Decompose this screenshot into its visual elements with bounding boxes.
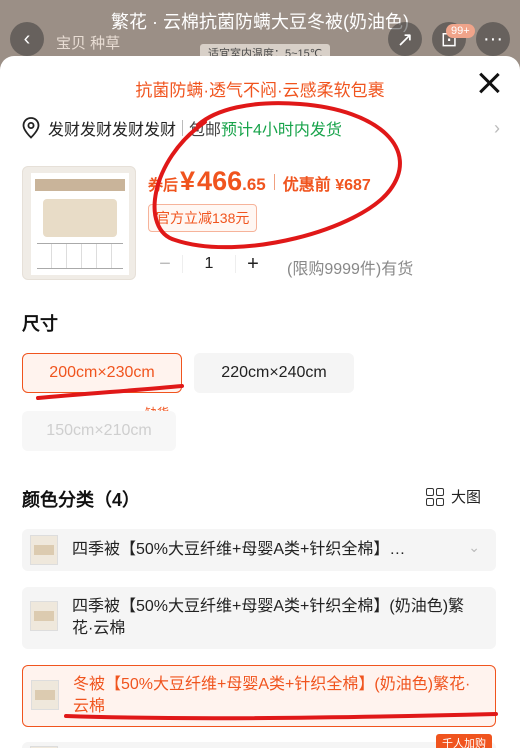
size-option-200x230[interactable]: 200cm×230cm bbox=[22, 353, 182, 393]
promo-banner: 抗菌防螨·透气不闷·云感柔软包裹 bbox=[135, 81, 385, 100]
option-label: 四季被【50%大豆纤维+母婴A类+针织全棉】(奶油色)繁花·云棉 bbox=[72, 598, 465, 637]
size-option-150x210[interactable]: 150cm×210cm bbox=[22, 411, 176, 451]
color-option-1[interactable]: 四季被【50%大豆纤维+母婴A类+针织全棉】… ⌄ bbox=[22, 529, 496, 571]
chevron-right-icon: › bbox=[494, 118, 500, 138]
close-icon[interactable] bbox=[474, 68, 504, 98]
sku-sheet: 抗菌防螨·透气不闷·云感柔软包裹 发财发财发财发财 包邮 预计4小时内发货 › … bbox=[0, 56, 520, 748]
divider bbox=[182, 120, 184, 136]
quantity-input[interactable]: 1 bbox=[182, 255, 236, 273]
cart-badge: 99+ bbox=[446, 24, 475, 38]
stock-status: (限购9999件)有货 bbox=[287, 261, 414, 278]
back-icon: ‹ bbox=[10, 22, 44, 56]
decrease-button[interactable]: − bbox=[148, 253, 182, 276]
option-thumbnail bbox=[31, 680, 59, 710]
chevron-down-icon: ⌄ bbox=[468, 539, 480, 555]
price-label: 券后 bbox=[148, 177, 179, 194]
color-option-4[interactable] bbox=[22, 742, 496, 748]
divider bbox=[273, 173, 275, 190]
grid-view-icon bbox=[426, 487, 444, 506]
address-row[interactable]: 发财发财发财发财 包邮 预计4小时内发货 › bbox=[22, 116, 500, 140]
price-integer: 466 bbox=[197, 166, 243, 196]
background-tabs: 宝贝 种草 bbox=[56, 35, 121, 52]
price-decimal: .65 bbox=[242, 175, 266, 194]
product-thumbnail[interactable] bbox=[22, 166, 136, 280]
option-label: 四季被【50%大豆纤维+母婴A类+针织全棉】… bbox=[72, 541, 406, 558]
size-section-title: 尺寸 bbox=[22, 314, 58, 334]
shipping-text: 包邮 bbox=[189, 122, 222, 139]
price-currency: ¥ bbox=[180, 166, 196, 196]
quantity-stepper: − 1 + bbox=[148, 249, 270, 279]
color-option-2[interactable]: 四季被【50%大豆纤维+母婴A类+针织全棉】(奶油色)繁花·云棉 bbox=[22, 587, 496, 649]
option-label: 冬被【50%大豆纤维+母婴A类+针织全棉】(奶油色)繁花·云棉 bbox=[73, 676, 471, 715]
size-option-220x240[interactable]: 220cm×240cm bbox=[194, 353, 354, 393]
color-option-3[interactable]: 冬被【50%大豆纤维+母婴A类+针织全棉】(奶油色)繁花·云棉 bbox=[22, 665, 496, 727]
more-icon: ··· bbox=[476, 22, 510, 56]
address-text: 发财发财发财发财 bbox=[48, 122, 177, 139]
popular-tag: 千人加购 bbox=[436, 734, 492, 748]
thumbnail-image bbox=[31, 173, 129, 275]
original-price: 优惠前 ¥687 bbox=[282, 177, 371, 194]
increase-button[interactable]: + bbox=[236, 253, 270, 276]
option-thumbnail bbox=[30, 601, 58, 631]
delivery-eta: 预计4小时内发货 bbox=[221, 122, 342, 139]
big-image-toggle[interactable]: 大图 bbox=[426, 486, 481, 507]
color-section-title: 颜色分类（4） bbox=[22, 490, 141, 510]
option-thumbnail bbox=[30, 535, 58, 565]
share-icon: ↗ bbox=[388, 22, 422, 56]
screen: 繁花 · 云棉抗菌防螨大豆冬被(奶油色) 宝贝 种草 适宜室内温度：5~15℃ … bbox=[0, 0, 520, 748]
coupon-badge: 官方立减138元 bbox=[148, 204, 258, 232]
price-row: 券后 ¥ 466 .65 优惠前 ¥687 bbox=[148, 166, 371, 197]
location-pin-icon bbox=[22, 117, 40, 139]
big-image-label: 大图 bbox=[451, 489, 482, 506]
